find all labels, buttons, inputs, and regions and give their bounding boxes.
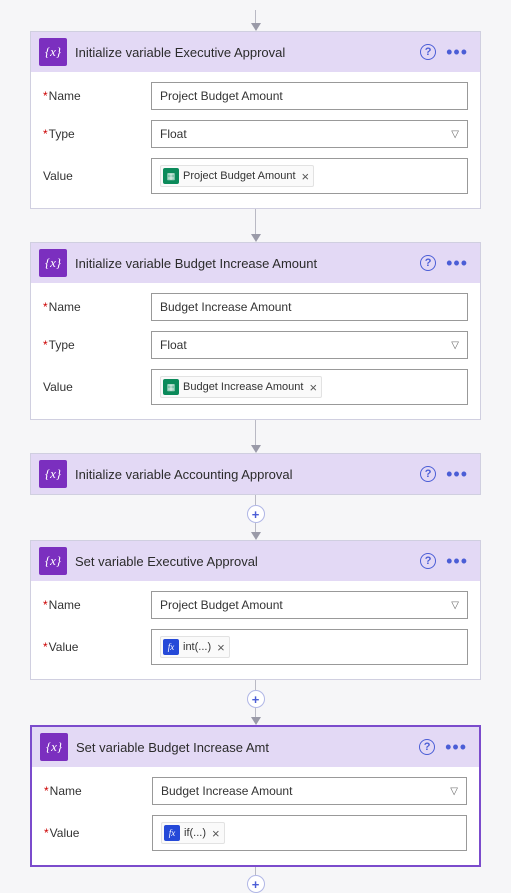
card-body: *NameBudget Increase Amount*TypeFloat▽Va… — [31, 283, 480, 419]
help-icon[interactable]: ? — [420, 255, 436, 271]
value-token[interactable]: fx if(...) × — [161, 822, 225, 844]
add-step-button[interactable]: + — [247, 505, 265, 523]
field-label: *Name — [43, 89, 151, 103]
select-input[interactable]: Project Budget Amount▽ — [151, 591, 468, 619]
card-menu-button[interactable]: ••• — [446, 48, 468, 56]
help-icon[interactable]: ? — [420, 44, 436, 60]
card-header[interactable]: {x} Set variable Executive Approval? ••• — [31, 541, 480, 581]
help-icon[interactable]: ? — [419, 739, 435, 755]
help-icon[interactable]: ? — [420, 466, 436, 482]
value-token[interactable]: ▦ Budget Increase Amount × — [160, 376, 322, 398]
card-body: *NameProject Budget Amount*TypeFloat▽Val… — [31, 72, 480, 208]
card-menu-button[interactable]: ••• — [446, 557, 468, 565]
sharepoint-icon: ▦ — [163, 379, 179, 395]
card-title: Set variable Executive Approval — [75, 554, 412, 569]
value-token[interactable]: ▦ Project Budget Amount × — [160, 165, 314, 187]
variable-icon: {x} — [39, 38, 67, 66]
token-input[interactable]: fx int(...) × — [151, 629, 468, 665]
card-header[interactable]: {x} Initialize variable Accounting Approv… — [31, 454, 480, 494]
card-title: Initialize variable Accounting Approval — [75, 467, 412, 482]
remove-token-icon[interactable]: × — [212, 826, 220, 841]
chevron-down-icon: ▽ — [450, 786, 458, 797]
add-step-button[interactable]: + — [247, 875, 265, 893]
card-title: Set variable Budget Increase Amt — [76, 740, 411, 755]
chevron-down-icon: ▽ — [451, 600, 459, 611]
token-label: Project Budget Amount — [183, 170, 296, 182]
fx-icon: fx — [164, 825, 180, 841]
card-title: Initialize variable Budget Increase Amou… — [75, 256, 412, 271]
flow-connector: + — [247, 495, 265, 540]
add-step-button[interactable]: + — [247, 690, 265, 708]
remove-token-icon[interactable]: × — [302, 169, 310, 184]
select-input[interactable]: Budget Increase Amount▽ — [152, 777, 467, 805]
card-body: *NameProject Budget Amount▽ *Value fx int(.… — [31, 581, 480, 679]
card-header[interactable]: {x} Initialize variable Budget Increase A… — [31, 243, 480, 283]
token-input[interactable]: ▦ Budget Increase Amount × — [151, 369, 468, 405]
flow-arrow — [251, 209, 261, 242]
flow-connector: + — [247, 680, 265, 725]
flow-connector: + — [247, 867, 265, 893]
value-token[interactable]: fx int(...) × — [160, 636, 230, 658]
action-card[interactable]: {x} Set variable Budget Increase Amt? ••• *… — [30, 725, 481, 867]
card-menu-button[interactable]: ••• — [445, 743, 467, 751]
flow-arrow — [251, 420, 261, 453]
action-card[interactable]: {x} Initialize variable Budget Increase A… — [30, 242, 481, 420]
variable-icon: {x} — [40, 733, 68, 761]
select-input[interactable]: Float▽ — [151, 120, 468, 148]
field-label: *Name — [43, 598, 151, 612]
action-card[interactable]: {x} Initialize variable Accounting Approv… — [30, 453, 481, 495]
token-label: Budget Increase Amount — [183, 381, 303, 393]
field-label: *Name — [44, 784, 152, 798]
text-input[interactable]: Project Budget Amount — [151, 82, 468, 110]
card-header[interactable]: {x} Set variable Budget Increase Amt? ••• — [32, 727, 479, 767]
field-label: *Value — [44, 826, 152, 840]
card-header[interactable]: {x} Initialize variable Executive Approva… — [31, 32, 480, 72]
token-input[interactable]: ▦ Project Budget Amount × — [151, 158, 468, 194]
card-title: Initialize variable Executive Approval — [75, 45, 412, 60]
chevron-down-icon: ▽ — [451, 129, 459, 140]
flow-arrow — [251, 10, 261, 31]
variable-icon: {x} — [39, 547, 67, 575]
field-label: Value — [43, 380, 151, 394]
token-label: int(...) — [183, 641, 211, 653]
variable-icon: {x} — [39, 460, 67, 488]
token-input[interactable]: fx if(...) × — [152, 815, 467, 851]
variable-icon: {x} — [39, 249, 67, 277]
field-label: *Type — [43, 338, 151, 352]
select-input[interactable]: Float▽ — [151, 331, 468, 359]
field-label: *Name — [43, 300, 151, 314]
action-card[interactable]: {x} Set variable Executive Approval? ••• *N… — [30, 540, 481, 680]
text-input[interactable]: Budget Increase Amount — [151, 293, 468, 321]
help-icon[interactable]: ? — [420, 553, 436, 569]
sharepoint-icon: ▦ — [163, 168, 179, 184]
card-body: *NameBudget Increase Amount▽ *Value fx if(.… — [32, 767, 479, 865]
fx-icon: fx — [163, 639, 179, 655]
field-label: *Value — [43, 640, 151, 654]
remove-token-icon[interactable]: × — [309, 380, 317, 395]
card-menu-button[interactable]: ••• — [446, 259, 468, 267]
chevron-down-icon: ▽ — [451, 340, 459, 351]
field-label: Value — [43, 169, 151, 183]
card-menu-button[interactable]: ••• — [446, 470, 468, 478]
action-card[interactable]: {x} Initialize variable Executive Approva… — [30, 31, 481, 209]
remove-token-icon[interactable]: × — [217, 640, 225, 655]
field-label: *Type — [43, 127, 151, 141]
token-label: if(...) — [184, 827, 206, 839]
